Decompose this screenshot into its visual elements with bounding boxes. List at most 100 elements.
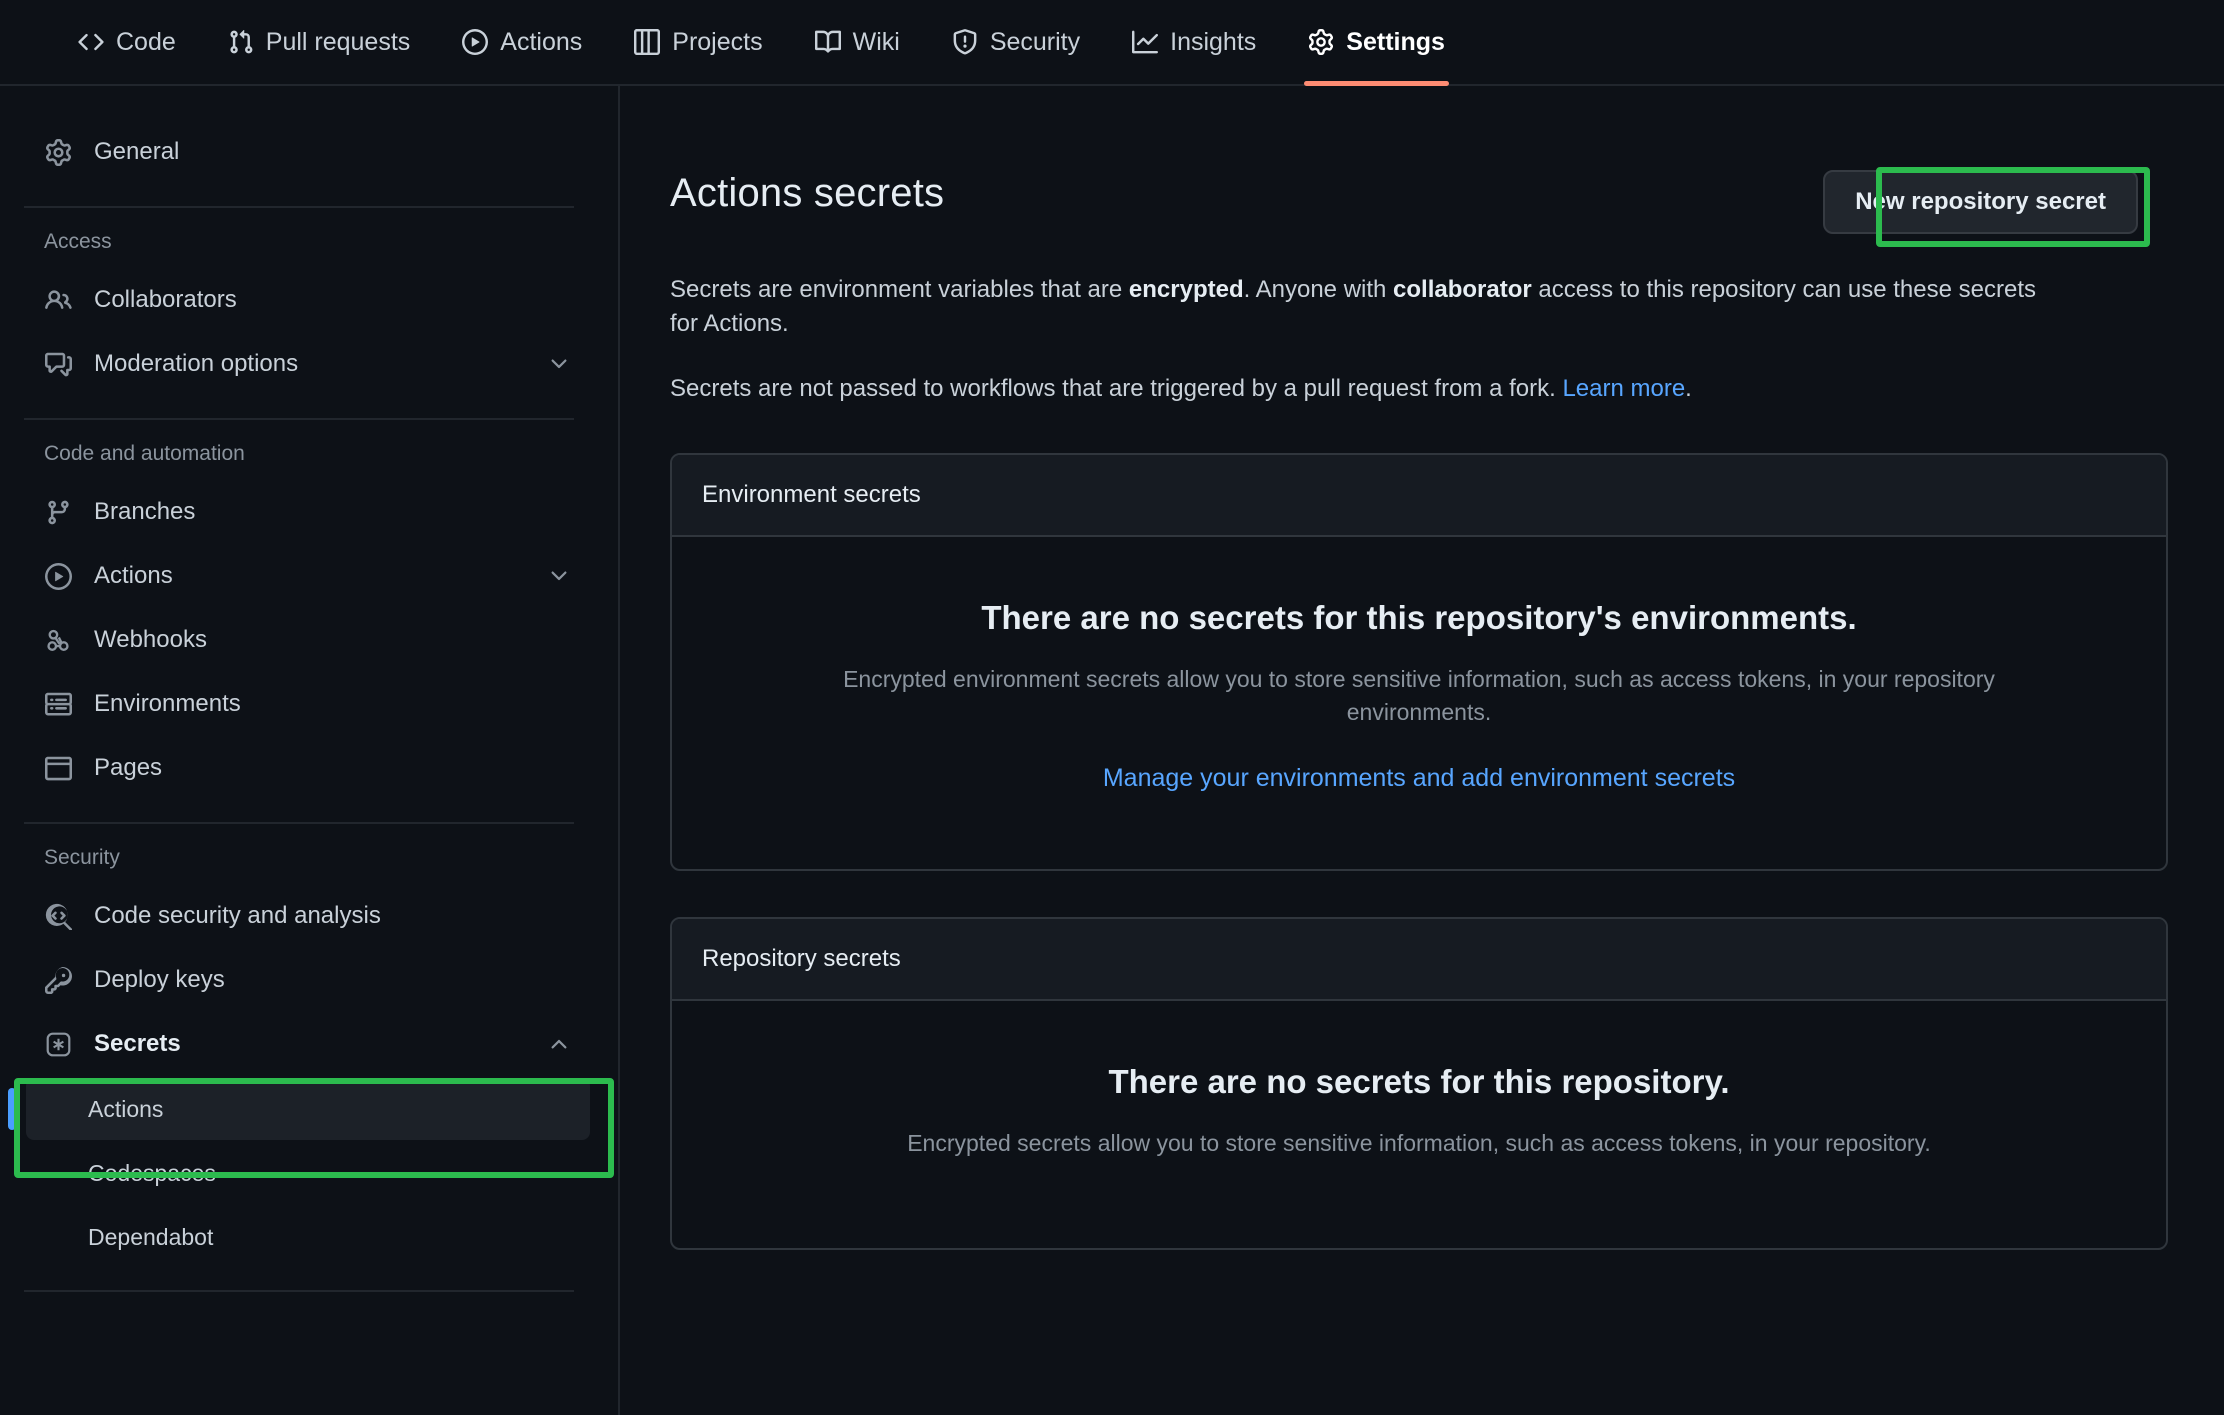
play-circle-icon xyxy=(462,29,489,55)
sidebar-item-environments[interactable]: Environments xyxy=(26,672,590,736)
new-secret-button-wrapper: New repository secret xyxy=(1823,152,2150,248)
sidebar-item-branches[interactable]: Branches xyxy=(26,480,590,544)
desc-bold-encrypted: encrypted xyxy=(1128,275,1244,303)
nav-tab-label: Pull requests xyxy=(265,27,411,56)
codescan-icon xyxy=(44,902,72,930)
key-asterisk-icon xyxy=(44,1030,72,1058)
nav-tab-settings[interactable]: Settings xyxy=(1282,0,1471,86)
nav-tab-label: Projects xyxy=(672,27,763,56)
book-icon xyxy=(814,29,841,55)
sidebar-group-title-security: Security xyxy=(44,846,120,869)
repository-nav-list: Code Pull requests Actions Projects Wiki xyxy=(0,0,2224,86)
environment-secrets-card-body: There are no secrets for this repository… xyxy=(672,537,2166,869)
sidebar-subitem-label: Dependabot xyxy=(88,1223,214,1250)
sidebar-item-webhooks[interactable]: Webhooks xyxy=(26,608,590,672)
sidebar-subitem-actions[interactable]: Actions xyxy=(8,1078,590,1140)
nav-tab-label: Settings xyxy=(1346,27,1445,56)
nav-tab-projects[interactable]: Projects xyxy=(608,0,788,84)
sidebar-divider xyxy=(24,822,574,824)
sidebar-item-label: Moderation options xyxy=(94,350,299,377)
table-icon xyxy=(634,29,661,55)
nav-tab-pull-requests[interactable]: Pull requests xyxy=(202,0,437,84)
environment-secrets-card: Environment secrets There are no secrets… xyxy=(670,452,2168,871)
key-icon xyxy=(44,966,72,994)
desc-bold-collaborator: collaborator xyxy=(1393,275,1532,303)
sidebar-subitem-label: Codespaces xyxy=(88,1159,216,1186)
nav-tab-label: Code xyxy=(116,27,176,56)
repository-secrets-card-body: There are no secrets for this repository… xyxy=(672,1001,2166,1248)
secrets-description-paragraph-1: Secrets are environment variables that a… xyxy=(622,273,2142,343)
sidebar-divider xyxy=(24,206,574,208)
sidebar-item-label: Pages xyxy=(94,754,163,781)
nav-tab-code[interactable]: Code xyxy=(52,0,202,84)
repository-secrets-blank-title: There are no secrets for this repository… xyxy=(1108,1062,1730,1100)
desc-period: . xyxy=(1685,375,1692,403)
sidebar-item-general[interactable]: General xyxy=(26,120,590,184)
graph-icon xyxy=(1132,29,1159,55)
sidebar-item-label: Collaborators xyxy=(94,286,237,313)
sidebar-item-label: Branches xyxy=(94,498,196,525)
nav-tab-label: Security xyxy=(989,27,1081,56)
sidebar-subitem-label: Actions xyxy=(88,1095,164,1122)
sidebar-subitem-dependabot[interactable]: Dependabot xyxy=(26,1206,590,1268)
sidebar-item-label: General xyxy=(94,138,180,165)
environment-secrets-card-header: Environment secrets xyxy=(672,454,2166,537)
chevron-down-icon[interactable] xyxy=(546,351,572,377)
gear-icon xyxy=(44,138,72,166)
webhook-icon xyxy=(44,626,72,654)
sidebar-item-label: Secrets xyxy=(94,1030,181,1057)
play-circle-icon xyxy=(44,562,72,590)
repository-secrets-card-header: Repository secrets xyxy=(672,918,2166,1001)
environment-secrets-blank-title: There are no secrets for this repository… xyxy=(981,598,1857,636)
nav-tab-label: Wiki xyxy=(852,27,900,56)
people-icon xyxy=(44,286,72,314)
secrets-description-paragraph-2: Secrets are not passed to workflows that… xyxy=(622,372,2142,407)
sidebar-subitem-codespaces[interactable]: Codespaces xyxy=(26,1142,590,1204)
sidebar-item-label: Deploy keys xyxy=(94,966,225,993)
chevron-down-icon[interactable] xyxy=(546,563,572,589)
learn-more-link[interactable]: Learn more xyxy=(1562,375,1685,402)
sidebar-item-secrets[interactable]: Secrets xyxy=(26,1012,590,1076)
sidebar-item-deploy-keys[interactable]: Deploy keys xyxy=(26,948,590,1012)
sidebar-group-title-code-and-automation: Code and automation xyxy=(44,442,245,465)
repository-secrets-blank-subtitle: Encrypted secrets allow you to store sen… xyxy=(907,1129,1931,1156)
sidebar-item-actions[interactable]: Actions xyxy=(26,544,590,608)
repository-nav: Code Pull requests Actions Projects Wiki xyxy=(0,0,2224,86)
browser-icon xyxy=(44,754,72,782)
sidebar-item-label: Webhooks xyxy=(94,626,207,653)
page-header: Actions secrets New repository secret xyxy=(622,86,2224,248)
desc-fork-text: Secrets are not passed to workflows that… xyxy=(670,375,1563,403)
sidebar-item-label: Actions xyxy=(94,562,173,589)
settings-sidebar: General Access Collaborators Moderation … xyxy=(0,86,620,1415)
nav-tab-wiki[interactable]: Wiki xyxy=(789,0,926,84)
sidebar-divider xyxy=(24,1290,574,1292)
desc-part-1: Secrets are environment variables that a… xyxy=(670,275,1129,303)
main-content: Actions secrets New repository secret Se… xyxy=(622,86,2224,1415)
gear-icon xyxy=(1308,29,1334,55)
sidebar-item-label: Code security and analysis xyxy=(94,902,381,929)
sidebar-divider xyxy=(24,418,574,420)
comment-discussion-icon xyxy=(44,350,72,378)
nav-tab-actions[interactable]: Actions xyxy=(436,0,608,84)
chevron-up-icon[interactable] xyxy=(546,1031,572,1057)
sidebar-item-label: Environments xyxy=(94,690,241,717)
sidebar-item-code-security-and-analysis[interactable]: Code security and analysis xyxy=(26,884,590,948)
nav-tab-insights[interactable]: Insights xyxy=(1106,0,1282,84)
code-icon xyxy=(78,29,104,55)
nav-tab-label: Actions xyxy=(500,27,583,56)
environment-secrets-blank-subtitle: Encrypted environment secrets allow you … xyxy=(843,665,1995,726)
sidebar-item-collaborators[interactable]: Collaborators xyxy=(26,268,590,332)
desc-part-2: . Anyone with xyxy=(1243,275,1394,303)
repository-secrets-card: Repository secrets There are no secrets … xyxy=(670,916,2168,1251)
sidebar-item-moderation-options[interactable]: Moderation options xyxy=(26,332,590,396)
selected-indicator-bar xyxy=(8,1088,16,1130)
sidebar-group-title-access: Access xyxy=(44,230,112,253)
git-pull-request-icon xyxy=(228,29,254,55)
manage-environments-link[interactable]: Manage your environments and add environ… xyxy=(1103,764,1735,793)
shield-icon xyxy=(952,29,978,55)
page-title: Actions secrets xyxy=(670,170,945,215)
new-repository-secret-button[interactable]: New repository secret xyxy=(1823,170,2138,235)
nav-tab-label: Insights xyxy=(1170,27,1257,56)
sidebar-item-pages[interactable]: Pages xyxy=(26,736,590,800)
nav-tab-security[interactable]: Security xyxy=(926,0,1106,84)
